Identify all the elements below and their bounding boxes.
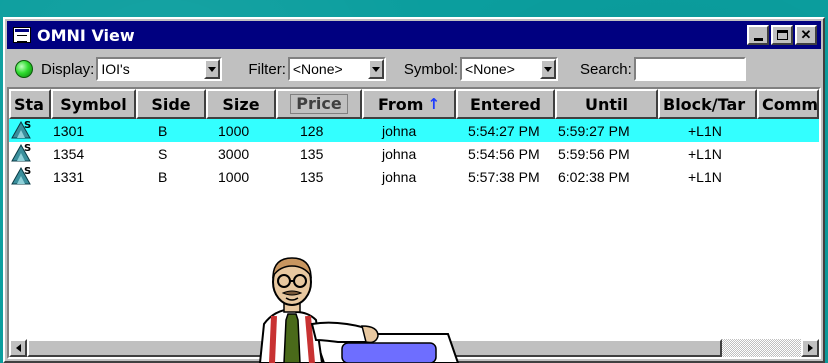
status-led-icon <box>15 60 33 78</box>
sort-up-arrow-icon: ↑ <box>427 95 441 113</box>
maximize-icon <box>776 30 788 40</box>
search-label: Search: <box>580 60 632 78</box>
status-cell: S <box>9 119 51 142</box>
app-icon[interactable] <box>13 27 31 43</box>
scroll-left-button[interactable] <box>9 339 27 357</box>
status-cell: S <box>9 165 51 188</box>
price-cell: 135 <box>300 145 324 162</box>
symbol-dropdown[interactable]: <None> <box>460 57 559 81</box>
from-cell: johna <box>382 122 417 139</box>
symbol-cell: 1354 <box>53 145 85 162</box>
symbol-value: <None> <box>465 61 515 77</box>
column-header-side[interactable]: Side <box>136 89 206 119</box>
until-cell: 6:02:38 PM <box>558 168 630 185</box>
column-header-comm[interactable]: Comm <box>757 89 819 119</box>
column-header-from[interactable]: From ↑ <box>362 89 456 119</box>
column-header-status[interactable]: Sta <box>9 89 51 119</box>
from-cell: johna <box>382 168 417 185</box>
status-triangle-icon: S <box>11 120 31 139</box>
display-dropdown[interactable]: IOI's <box>96 57 223 81</box>
column-header-until[interactable]: Until <box>555 89 658 119</box>
status-triangle-icon: S <box>11 166 31 185</box>
column-header-symbol[interactable]: Symbol <box>51 89 136 119</box>
side-cell: B <box>158 168 168 185</box>
column-header-price[interactable]: Price <box>276 89 362 119</box>
minimize-icon <box>753 37 763 41</box>
filter-value: <None> <box>292 61 343 77</box>
minimize-button[interactable] <box>747 25 769 45</box>
status-cell: S <box>9 142 51 165</box>
window-controls: ✕ <box>747 25 817 45</box>
filter-toolbar: Display: IOI's Filter: <None> Symbol: <N… <box>7 51 821 87</box>
close-button[interactable]: ✕ <box>795 25 817 45</box>
search-input[interactable] <box>633 57 746 81</box>
presenter-clipart <box>258 257 460 363</box>
block-cell: +L1N <box>688 122 722 139</box>
close-icon: ✕ <box>800 27 812 42</box>
price-cell: 135 <box>300 168 324 185</box>
from-header-label: From <box>377 94 424 114</box>
status-letter: S <box>24 166 31 177</box>
title-bar[interactable]: OMNI View ✕ <box>7 21 821 49</box>
symbol-cell: 1301 <box>53 122 85 139</box>
display-label: Display: <box>41 60 95 78</box>
size-cell: 1000 <box>218 168 250 185</box>
table-row[interactable]: S 1301 B 1000 128 johna 5:54:27 PM 5:59:… <box>9 119 819 142</box>
column-header-entered[interactable]: Entered <box>456 89 555 119</box>
table-header: Sta Symbol Side Size Price From ↑ Entere… <box>9 89 819 119</box>
dropdown-arrow-icon[interactable] <box>204 59 221 79</box>
filter-dropdown[interactable]: <None> <box>287 57 386 81</box>
status-letter: S <box>24 143 31 154</box>
status-letter: S <box>24 120 31 131</box>
table-row[interactable]: S 1354 S 3000 135 johna 5:54:56 PM 5:59:… <box>9 142 819 165</box>
block-cell: +L1N <box>688 145 722 162</box>
symbol-cell: 1331 <box>53 168 85 185</box>
side-cell: S <box>158 145 168 162</box>
scroll-right-button[interactable] <box>801 339 819 357</box>
status-triangle-icon: S <box>11 143 31 162</box>
price-cell: 128 <box>300 122 324 139</box>
entered-cell: 5:54:27 PM <box>468 122 540 139</box>
window-title: OMNI View <box>37 25 135 45</box>
price-header-label: Price <box>290 94 348 114</box>
block-cell: +L1N <box>688 168 722 185</box>
from-cell: johna <box>382 145 417 162</box>
until-cell: 5:59:27 PM <box>558 122 630 139</box>
column-header-block[interactable]: Block/Tar <box>658 89 757 119</box>
side-cell: B <box>158 122 168 139</box>
dropdown-arrow-icon[interactable] <box>540 59 557 79</box>
symbol-label: Symbol: <box>403 60 459 78</box>
until-cell: 5:59:56 PM <box>558 145 630 162</box>
display-value: IOI's <box>101 61 130 77</box>
size-cell: 3000 <box>218 145 250 162</box>
maximize-button[interactable] <box>771 25 793 45</box>
size-cell: 1000 <box>218 122 250 139</box>
entered-cell: 5:57:38 PM <box>468 168 540 185</box>
table-row[interactable]: S 1331 B 1000 135 johna 5:57:38 PM 6:02:… <box>9 165 819 188</box>
dropdown-arrow-icon[interactable] <box>367 59 384 79</box>
column-header-size[interactable]: Size <box>206 89 276 119</box>
entered-cell: 5:54:56 PM <box>468 145 540 162</box>
filter-label: Filter: <box>248 60 286 78</box>
